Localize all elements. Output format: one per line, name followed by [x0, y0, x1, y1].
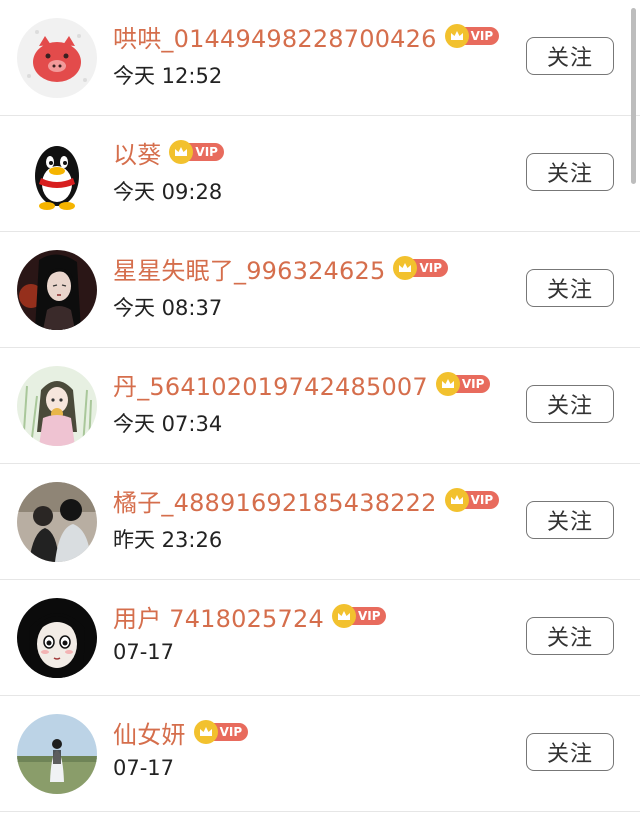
timestamp: 今天 09:28 [113, 180, 223, 204]
vip-badge: VIP [331, 604, 387, 628]
list-item[interactable]: 仙女妍 VIP 07-17 关注 [0, 696, 640, 812]
vip-badge: VIP [169, 140, 224, 164]
vip-badge: VIP [393, 256, 448, 280]
name-line: 星星失眠了_996324625 VIP [113, 250, 448, 286]
name-line: 以葵 VIP [113, 134, 224, 170]
pink-pig-avatar[interactable] [17, 18, 97, 98]
list-item[interactable]: 丹_564102019742485007 VIP 今天 07:34 关注 [0, 348, 640, 464]
vip-badge: VIP [193, 720, 249, 744]
user-name[interactable]: 以葵 [113, 135, 161, 170]
vip-badge: VIP [435, 372, 491, 396]
name-line: 仙女妍 VIP [113, 714, 249, 750]
crown-icon [444, 24, 469, 48]
follow-button[interactable]: 关注 [526, 733, 614, 771]
anime-girl-avatar[interactable] [17, 366, 97, 446]
follow-button[interactable]: 关注 [526, 269, 614, 307]
timestamp: 今天 07:34 [113, 412, 223, 436]
timestamp: 今天 08:37 [113, 296, 223, 320]
name-line: 丹_564102019742485007 VIP [113, 366, 491, 402]
scrollbar[interactable] [631, 8, 636, 184]
penguin-avatar[interactable] [17, 134, 97, 214]
timestamp: 07-17 [113, 640, 175, 664]
follow-button[interactable]: 关注 [526, 617, 614, 655]
name-line: 用户 7418025724 VIP [113, 598, 387, 634]
timestamp: 07-17 [113, 756, 175, 780]
crown-icon [444, 488, 469, 512]
name-line: 橘子_48891692185438222 VIP [113, 482, 500, 518]
dark-portrait-avatar[interactable] [17, 250, 97, 330]
user-list: 哄哄_01449498228700426 VIP 今天 12:52 关注 以葵 … [0, 0, 640, 812]
user-name[interactable]: 仙女妍 [113, 715, 186, 750]
timestamp: 昨天 23:26 [113, 528, 223, 552]
user-name[interactable]: 用户 7418025724 [113, 599, 324, 634]
landscape-photo-avatar[interactable] [17, 714, 97, 794]
vip-badge: VIP [444, 488, 500, 512]
crown-icon [435, 372, 460, 396]
list-item[interactable]: 橘子_48891692185438222 VIP 昨天 23:26 关注 [0, 464, 640, 580]
user-name[interactable]: 星星失眠了_996324625 [113, 251, 385, 286]
follow-button[interactable]: 关注 [526, 501, 614, 539]
follow-button[interactable]: 关注 [526, 385, 614, 423]
vip-badge: VIP [444, 24, 500, 48]
cartoon-face-avatar[interactable] [17, 598, 97, 678]
list-item[interactable]: 用户 7418025724 VIP 07-17 关注 [0, 580, 640, 696]
timestamp: 今天 12:52 [113, 64, 223, 88]
follow-button[interactable]: 关注 [526, 37, 614, 75]
crown-icon [331, 604, 356, 628]
list-item[interactable]: 哄哄_01449498228700426 VIP 今天 12:52 关注 [0, 0, 640, 116]
name-line: 哄哄_01449498228700426 VIP [113, 18, 500, 54]
user-name[interactable]: 丹_564102019742485007 [113, 367, 428, 402]
follow-button[interactable]: 关注 [526, 153, 614, 191]
couple-photo-avatar[interactable] [17, 482, 97, 562]
user-name[interactable]: 橘子_48891692185438222 [113, 483, 437, 518]
list-item[interactable]: 以葵 VIP 今天 09:28 关注 [0, 116, 640, 232]
user-name[interactable]: 哄哄_01449498228700426 [113, 19, 437, 54]
crown-icon [193, 720, 218, 744]
list-item[interactable]: 星星失眠了_996324625 VIP 今天 08:37 关注 [0, 232, 640, 348]
